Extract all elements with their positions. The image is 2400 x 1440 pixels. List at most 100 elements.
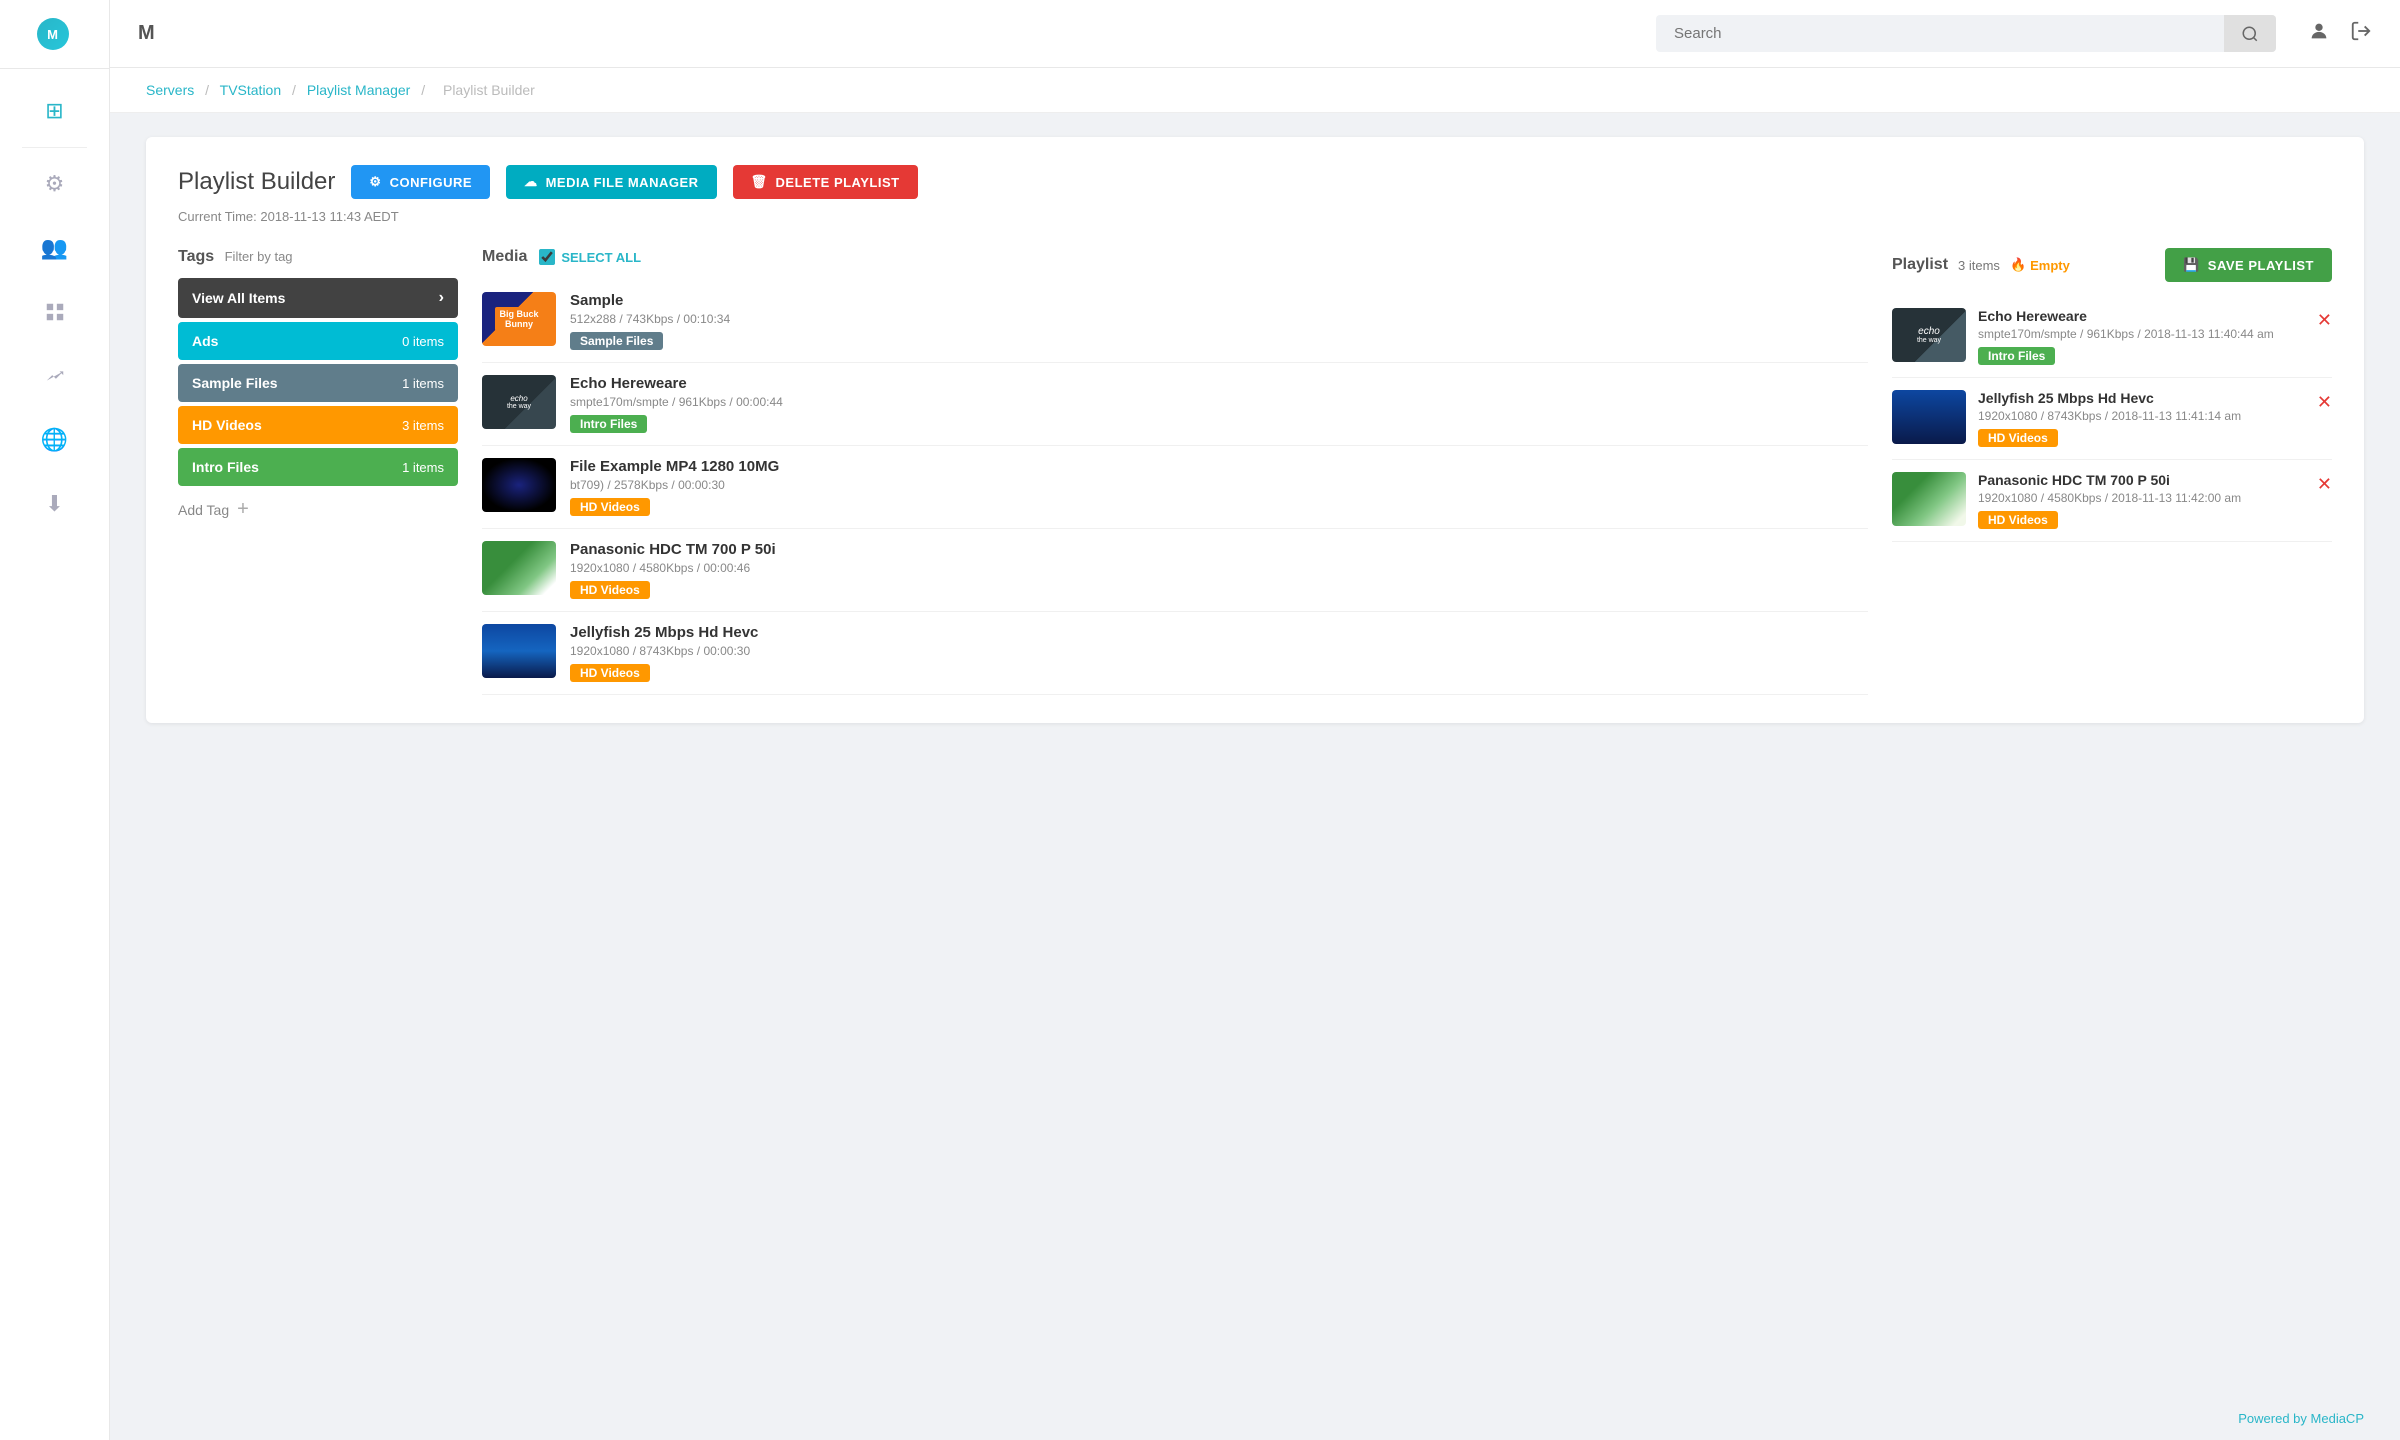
empty-button[interactable]: 🔥 Empty: [2010, 257, 2070, 273]
playlist-title: Playlist: [1892, 256, 1948, 274]
footer-text: Powered by MediaCP: [2238, 1411, 2364, 1426]
media-meta-panasonic: 1920x1080 / 4580Kbps / 00:00:46: [570, 561, 776, 575]
playlist-name-panasonic: Panasonic HDC TM 700 P 50i: [1978, 472, 2305, 488]
page-title: Playlist Builder: [178, 168, 335, 196]
add-tag-label: Add Tag: [178, 502, 229, 518]
breadcrumb-playlist-manager[interactable]: Playlist Manager: [307, 82, 411, 98]
tag-hd-videos-label: HD Videos: [192, 417, 262, 433]
media-info-echo: Echo Hereweare smpte170m/smpte / 961Kbps…: [570, 375, 783, 433]
sidebar: M ⊞ ⚙ 👥 🌐 ⬇: [0, 0, 110, 1440]
media-name-jellyfish: Jellyfish 25 Mbps Hd Hevc: [570, 624, 758, 641]
content-area: Playlist Builder ⚙ CONFIGURE ☁ MEDIA FIL…: [110, 113, 2400, 1397]
tags-section: Tags Filter by tag View All Items › Ads …: [178, 248, 458, 521]
breadcrumb-servers[interactable]: Servers: [146, 82, 194, 98]
remove-panasonic-button[interactable]: ✕: [2317, 472, 2332, 495]
media-name-panasonic: Panasonic HDC TM 700 P 50i: [570, 541, 776, 558]
playlist-item: echothe way Echo Hereweare smpte170m/smp…: [1892, 296, 2332, 378]
configure-label: CONFIGURE: [390, 175, 473, 190]
remove-echo-button[interactable]: ✕: [2317, 308, 2332, 331]
playlist-info-echo: Echo Hereweare smpte170m/smpte / 961Kbps…: [1978, 308, 2305, 365]
playlist-item: Panasonic HDC TM 700 P 50i 1920x1080 / 4…: [1892, 460, 2332, 542]
page-header: Playlist Builder ⚙ CONFIGURE ☁ MEDIA FIL…: [178, 165, 2332, 199]
tags-title: Tags Filter by tag: [178, 248, 458, 266]
playlist-section: Playlist 3 items 🔥 Empty 💾 SAVE PLAYLIST: [1892, 248, 2332, 542]
media-item[interactable]: Jellyfish 25 Mbps Hd Hevc 1920x1080 / 87…: [482, 612, 1868, 695]
topbar-actions: [2308, 20, 2372, 48]
tag-hd-videos-count: 3 items: [402, 418, 444, 433]
playlist-info-panasonic: Panasonic HDC TM 700 P 50i 1920x1080 / 4…: [1978, 472, 2305, 529]
configure-button[interactable]: ⚙ CONFIGURE: [351, 165, 490, 199]
user-initial: M: [138, 22, 155, 45]
select-all-label[interactable]: SELECT ALL: [539, 249, 641, 265]
playlist-meta-panasonic: 1920x1080 / 4580Kbps / 2018-11-13 11:42:…: [1978, 491, 2305, 505]
tag-sample-files-label: Sample Files: [192, 375, 278, 391]
sidebar-divider-1: [22, 147, 87, 148]
media-section: Media SELECT ALL Big BuckBunny: [482, 248, 1868, 695]
playlist-header: Playlist 3 items 🔥 Empty 💾 SAVE PLAYLIST: [1892, 248, 2332, 282]
breadcrumb-current: Playlist Builder: [443, 82, 535, 98]
sidebar-item-analytics[interactable]: [31, 352, 79, 400]
tag-intro-files[interactable]: Intro Files 1 items: [178, 448, 458, 486]
breadcrumb-tvstation[interactable]: TVStation: [220, 82, 281, 98]
user-profile-button[interactable]: [2308, 20, 2330, 48]
playlist-tag-panasonic: HD Videos: [1978, 511, 2058, 529]
media-tag-file-example: HD Videos: [570, 498, 650, 516]
builder-columns: Tags Filter by tag View All Items › Ads …: [178, 248, 2332, 695]
media-tag-panasonic: HD Videos: [570, 581, 650, 599]
search-wrap: [1656, 15, 2276, 52]
topbar: M: [110, 0, 2400, 68]
sidebar-item-globe[interactable]: 🌐: [31, 416, 79, 464]
remove-jellyfish-button[interactable]: ✕: [2317, 390, 2332, 413]
media-info-jellyfish: Jellyfish 25 Mbps Hd Hevc 1920x1080 / 87…: [570, 624, 758, 682]
playlist-name-jellyfish: Jellyfish 25 Mbps Hd Hevc: [1978, 390, 2305, 406]
trash-icon: 🗑: [751, 174, 768, 190]
search-button[interactable]: [2224, 15, 2276, 52]
sidebar-item-network[interactable]: [31, 288, 79, 336]
filter-label: Filter by tag: [225, 249, 293, 264]
tag-view-all[interactable]: View All Items ›: [178, 278, 458, 318]
media-meta-echo: smpte170m/smpte / 961Kbps / 00:00:44: [570, 395, 783, 409]
sidebar-item-settings[interactable]: ⚙: [31, 160, 79, 208]
logout-button[interactable]: [2350, 20, 2372, 48]
tag-hd-videos[interactable]: HD Videos 3 items: [178, 406, 458, 444]
delete-playlist-label: DELETE PLAYLIST: [776, 175, 900, 190]
tag-view-all-label: View All Items: [192, 290, 285, 306]
configure-icon: ⚙: [369, 174, 381, 190]
media-meta-file-example: bt709) / 2578Kbps / 00:00:30: [570, 478, 779, 492]
media-file-manager-label: MEDIA FILE MANAGER: [546, 175, 699, 190]
breadcrumb-sep-2: /: [292, 82, 296, 98]
playlist-name-echo: Echo Hereweare: [1978, 308, 2305, 324]
fire-icon: 🔥: [2010, 257, 2026, 273]
add-tag-row[interactable]: Add Tag +: [178, 498, 458, 521]
playlist-info-jellyfish: Jellyfish 25 Mbps Hd Hevc 1920x1080 / 87…: [1978, 390, 2305, 447]
save-icon: 💾: [2183, 257, 2200, 273]
media-file-manager-button[interactable]: ☁ MEDIA FILE MANAGER: [506, 165, 716, 199]
media-item[interactable]: echo the way Echo Hereweare smpte170m/sm…: [482, 363, 1868, 446]
media-info-file-example: File Example MP4 1280 10MG bt709) / 2578…: [570, 458, 779, 516]
sidebar-item-dashboard[interactable]: ⊞: [31, 87, 79, 135]
breadcrumb-sep-1: /: [205, 82, 209, 98]
media-meta-jellyfish: 1920x1080 / 8743Kbps / 00:00:30: [570, 644, 758, 658]
select-all-checkbox[interactable]: [539, 249, 555, 265]
playlist-thumb-jellyfish: [1892, 390, 1966, 444]
sidebar-item-users[interactable]: 👥: [31, 224, 79, 272]
media-item[interactable]: Big BuckBunny Sample 512x288 / 743Kbps /…: [482, 280, 1868, 363]
media-name-sample: Sample: [570, 292, 730, 309]
playlist-count: 3 items: [1958, 258, 2000, 273]
current-time: Current Time: 2018-11-13 11:43 AEDT: [178, 209, 2332, 224]
delete-playlist-button[interactable]: 🗑 DELETE PLAYLIST: [733, 165, 918, 199]
sidebar-item-download[interactable]: ⬇: [31, 480, 79, 528]
add-tag-plus-icon: +: [237, 498, 249, 521]
media-thumb-sample: Big BuckBunny: [482, 292, 556, 346]
media-name-file-example: File Example MP4 1280 10MG: [570, 458, 779, 475]
media-item[interactable]: Panasonic HDC TM 700 P 50i 1920x1080 / 4…: [482, 529, 1868, 612]
tag-arrow-icon: ›: [439, 289, 444, 307]
search-input[interactable]: [1656, 15, 2276, 52]
tag-sample-files[interactable]: Sample Files 1 items: [178, 364, 458, 402]
media-item[interactable]: File Example MP4 1280 10MG bt709) / 2578…: [482, 446, 1868, 529]
media-info-sample: Sample 512x288 / 743Kbps / 00:10:34 Samp…: [570, 292, 730, 350]
breadcrumb-sep-3: /: [421, 82, 425, 98]
select-all-text: SELECT ALL: [561, 250, 641, 265]
tag-ads[interactable]: Ads 0 items: [178, 322, 458, 360]
save-playlist-button[interactable]: 💾 SAVE PLAYLIST: [2165, 248, 2332, 282]
